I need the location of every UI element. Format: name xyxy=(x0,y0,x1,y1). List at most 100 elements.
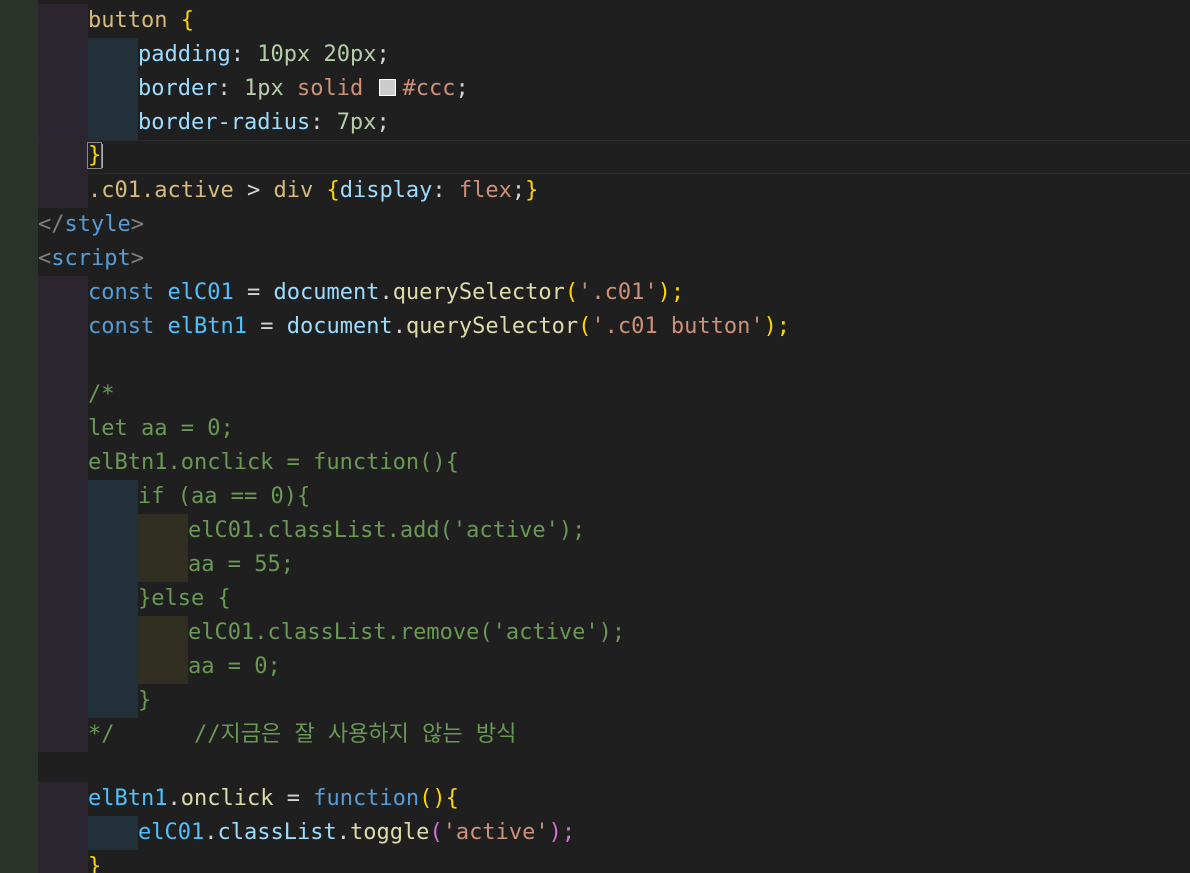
css-value: flex xyxy=(458,178,512,203)
js-object: document xyxy=(273,280,380,305)
bracket: ( xyxy=(429,820,443,845)
code-line-21[interactable]: } xyxy=(38,684,1190,718)
code-token: : xyxy=(217,76,244,101)
css-selector: button xyxy=(88,8,168,33)
html-tag: style xyxy=(64,212,131,237)
js-function: querySelector xyxy=(392,280,565,305)
indent-guide xyxy=(38,106,88,140)
indent-guide xyxy=(38,782,88,816)
indent-guide xyxy=(88,650,138,684)
bracket: { xyxy=(180,8,194,33)
js-variable: elC01 xyxy=(167,280,234,305)
css-selector: div xyxy=(273,178,314,203)
code-line-25[interactable]: elC01.classList.toggle('active'); xyxy=(38,816,1190,850)
indent-guide xyxy=(88,106,138,140)
code-line-17[interactable]: aa = 55; xyxy=(38,548,1190,582)
js-comment: } xyxy=(138,688,152,713)
code-line-9[interactable]: const elC01 = document.querySelector('.c… xyxy=(38,276,1190,310)
indent-guide xyxy=(38,548,88,582)
code-line-10[interactable]: const elBtn1 = document.querySelector('.… xyxy=(38,310,1190,344)
js-keyword: const xyxy=(88,314,155,339)
code-line-7[interactable]: </style> xyxy=(38,208,1190,242)
js-comment: elBtn1.onclick = function(){ xyxy=(88,450,459,475)
tag-angle: </ xyxy=(38,212,65,237)
code-token: . xyxy=(392,314,406,339)
css-number: 10px xyxy=(257,42,311,67)
bracket: ); xyxy=(548,820,576,845)
js-function: onclick xyxy=(180,786,274,811)
js-string: 'active' xyxy=(442,820,549,845)
code-line-14[interactable]: elBtn1.onclick = function(){ xyxy=(38,446,1190,480)
code-line-4[interactable]: border-radius: 7px; xyxy=(38,106,1190,140)
indent-guide xyxy=(88,684,138,718)
js-function: toggle xyxy=(349,820,430,845)
js-comment: }else { xyxy=(138,586,231,611)
css-number: 7px xyxy=(336,110,377,135)
indent-guide xyxy=(38,412,88,446)
code-line-3[interactable]: border: 1px solid #ccc; xyxy=(38,72,1190,106)
code-token: : xyxy=(230,42,258,67)
js-comment: //지금은 잘 사용하지 않는 방식 xyxy=(193,722,517,747)
indent-guide xyxy=(88,816,138,850)
indent-guide xyxy=(38,38,88,72)
indent-guide xyxy=(38,276,88,310)
js-keyword: function xyxy=(313,786,420,811)
code-line-26[interactable]: } xyxy=(38,850,1190,873)
indent-guide xyxy=(88,480,138,514)
code-line-20[interactable]: aa = 0; xyxy=(38,650,1190,684)
indent-guide xyxy=(138,514,188,548)
code-line-18[interactable]: }else { xyxy=(38,582,1190,616)
indent-guide xyxy=(38,480,88,514)
code-line-12[interactable]: /* xyxy=(38,378,1190,412)
tag-angle: > xyxy=(130,246,144,271)
css-number: 1px xyxy=(243,76,284,101)
indent-guide xyxy=(88,616,138,650)
bracket: ( xyxy=(564,280,579,305)
indent-guide xyxy=(38,850,88,873)
code-line-15[interactable]: if (aa == 0){ xyxy=(38,480,1190,514)
code-editor[interactable]: button { padding: 10px 20px; border: 1px… xyxy=(0,0,1190,873)
code-token: ; xyxy=(511,178,526,203)
indent-guide xyxy=(38,684,88,718)
code-line-23-blank[interactable] xyxy=(38,752,1190,786)
code-line-22[interactable]: */ //지금은 잘 사용하지 않는 방식 xyxy=(38,718,1190,752)
code-line-16[interactable]: elC01.classList.add('active'); xyxy=(38,514,1190,548)
text-cursor xyxy=(101,144,104,168)
code-line-13[interactable]: let aa = 0; xyxy=(38,412,1190,446)
code-token: > xyxy=(233,178,274,203)
js-comment: elC01.classList.remove('active'); xyxy=(188,620,626,645)
bracket: } xyxy=(88,854,102,873)
js-keyword: const xyxy=(88,280,155,305)
code-line-8[interactable]: <script> xyxy=(38,242,1190,276)
code-line-19[interactable]: elC01.classList.remove('active'); xyxy=(38,616,1190,650)
color-swatch-icon[interactable] xyxy=(379,79,397,96)
code-token: : xyxy=(432,178,459,203)
code-line-5-current[interactable]: } xyxy=(38,140,1190,175)
code-line-11-blank[interactable] xyxy=(38,344,1190,378)
indent-guide xyxy=(38,72,88,106)
indent-guide xyxy=(88,514,138,548)
code-token: ; xyxy=(376,110,390,135)
code-line-6[interactable]: .c01.active > div {display: flex;} xyxy=(38,174,1190,208)
indent-guide xyxy=(88,548,138,582)
code-token: . xyxy=(379,280,393,305)
js-comment: if (aa == 0){ xyxy=(138,484,311,509)
js-function: querySelector xyxy=(405,314,579,339)
js-variable: elBtn1 xyxy=(167,314,247,339)
code-token: . xyxy=(336,820,350,845)
indent-guide xyxy=(88,72,138,106)
js-string: '.c01' xyxy=(578,280,658,305)
css-property: padding xyxy=(138,42,231,67)
indent-guide xyxy=(38,310,88,344)
code-line-2[interactable]: padding: 10px 20px; xyxy=(38,38,1190,72)
code-line-24[interactable]: elBtn1.onclick = function(){ xyxy=(38,782,1190,816)
bracket: } xyxy=(525,178,539,203)
code-token: = xyxy=(273,786,314,811)
css-property: display xyxy=(339,178,433,203)
code-line-1[interactable]: button { xyxy=(38,4,1190,38)
bracket: ); xyxy=(657,280,685,305)
